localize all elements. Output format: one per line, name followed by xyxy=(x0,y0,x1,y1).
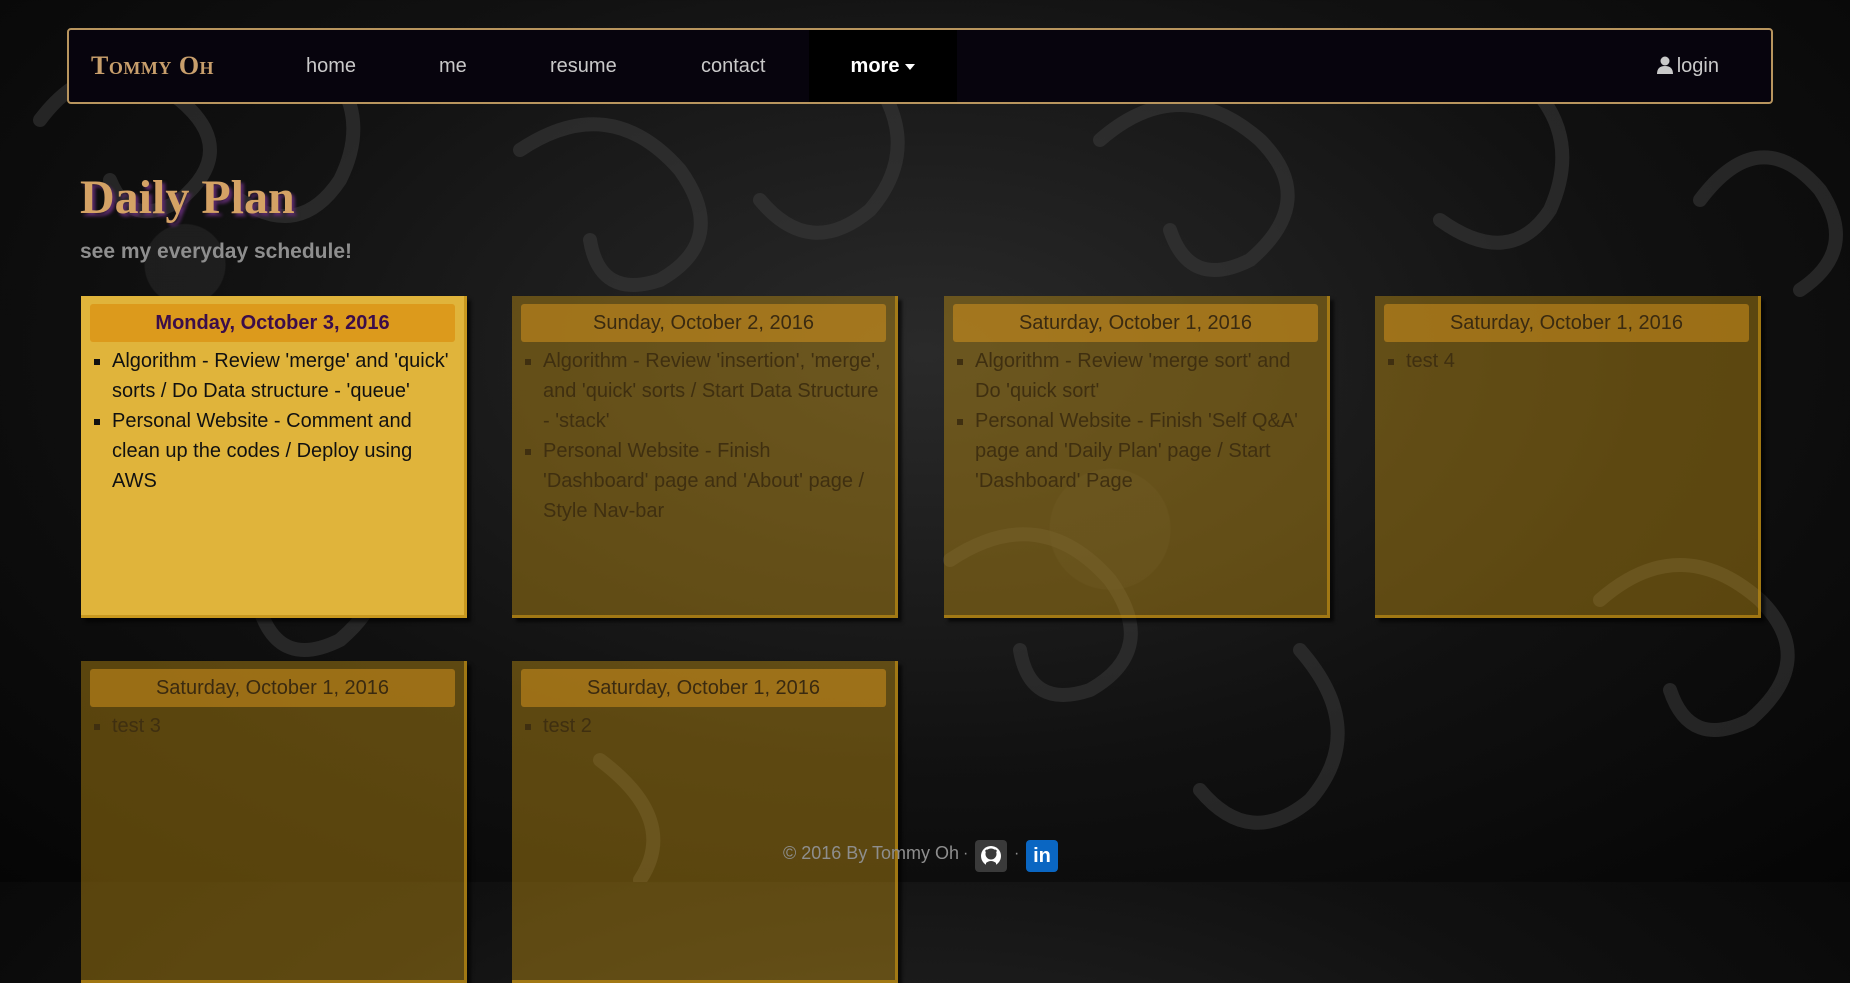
footer-copyright: © 2016 By Tommy Oh xyxy=(783,843,960,863)
plan-card[interactable]: Sunday, October 2, 2016 Algorithm - Revi… xyxy=(512,296,898,618)
plan-item: test 3 xyxy=(112,711,450,741)
page-title: Daily Plan xyxy=(80,171,295,224)
plan-card-list: Algorithm - Review 'insertion', 'merge',… xyxy=(525,346,881,526)
plan-card-list: Algorithm - Review 'merge' and 'quick' s… xyxy=(94,346,450,496)
page-subtitle: see my everyday schedule! xyxy=(80,240,352,263)
plan-card-date: Monday, October 3, 2016 xyxy=(90,304,455,342)
github-glyph xyxy=(981,846,1001,866)
plan-card-date: Saturday, October 1, 2016 xyxy=(953,304,1318,342)
plan-card-list: test 3 xyxy=(94,711,450,741)
nav-resume[interactable]: resume xyxy=(550,30,617,102)
nav-me[interactable]: me xyxy=(439,30,467,102)
brand-logo[interactable]: Tommy Oh xyxy=(91,30,214,102)
plan-card-list: test 4 xyxy=(1388,346,1744,376)
nav-home[interactable]: home xyxy=(306,30,356,102)
plan-item: Algorithm - Review 'merge' and 'quick' s… xyxy=(112,346,450,406)
navbar: Tommy Oh home me resume contact more log… xyxy=(67,28,1773,104)
plan-card-date: Saturday, October 1, 2016 xyxy=(90,669,455,707)
linkedin-icon[interactable]: in xyxy=(1026,840,1058,872)
footer-separator: · xyxy=(963,845,969,862)
github-icon[interactable] xyxy=(975,840,1007,872)
plan-card[interactable]: Saturday, October 1, 2016 test 3 xyxy=(81,661,467,983)
footer-separator: · xyxy=(1014,845,1020,862)
nav-contact[interactable]: contact xyxy=(701,30,765,102)
plan-item: Personal Website - Finish 'Self Q&A' pag… xyxy=(975,406,1313,496)
login-link[interactable]: login xyxy=(1656,30,1719,102)
plan-item: Algorithm - Review 'merge sort' and Do '… xyxy=(975,346,1313,406)
plan-card-date: Saturday, October 1, 2016 xyxy=(1384,304,1749,342)
plan-item: Algorithm - Review 'insertion', 'merge',… xyxy=(543,346,881,436)
plan-item: test 2 xyxy=(543,711,881,741)
plan-item: Personal Website - Finish 'Dashboard' pa… xyxy=(543,436,881,526)
nav-more-label: more xyxy=(850,55,900,77)
user-icon xyxy=(1656,56,1673,74)
plan-card-date: Saturday, October 1, 2016 xyxy=(521,669,886,707)
nav-more-dropdown[interactable]: more xyxy=(809,30,957,102)
plan-card[interactable]: Saturday, October 1, 2016 test 4 xyxy=(1375,296,1761,618)
login-label: login xyxy=(1676,55,1719,77)
plan-card[interactable]: Saturday, October 1, 2016 Algorithm - Re… xyxy=(944,296,1330,618)
caret-down-icon xyxy=(905,63,916,70)
plan-card-date: Sunday, October 2, 2016 xyxy=(521,304,886,342)
plan-item: test 4 xyxy=(1406,346,1744,376)
plan-card[interactable]: Saturday, October 1, 2016 test 2 xyxy=(512,661,898,983)
plan-card-list: Algorithm - Review 'merge sort' and Do '… xyxy=(957,346,1313,496)
plan-card[interactable]: Monday, October 3, 2016 Algorithm - Revi… xyxy=(81,296,467,618)
plan-item: Personal Website - Comment and clean up … xyxy=(112,406,450,496)
plan-card-list: test 2 xyxy=(525,711,881,741)
